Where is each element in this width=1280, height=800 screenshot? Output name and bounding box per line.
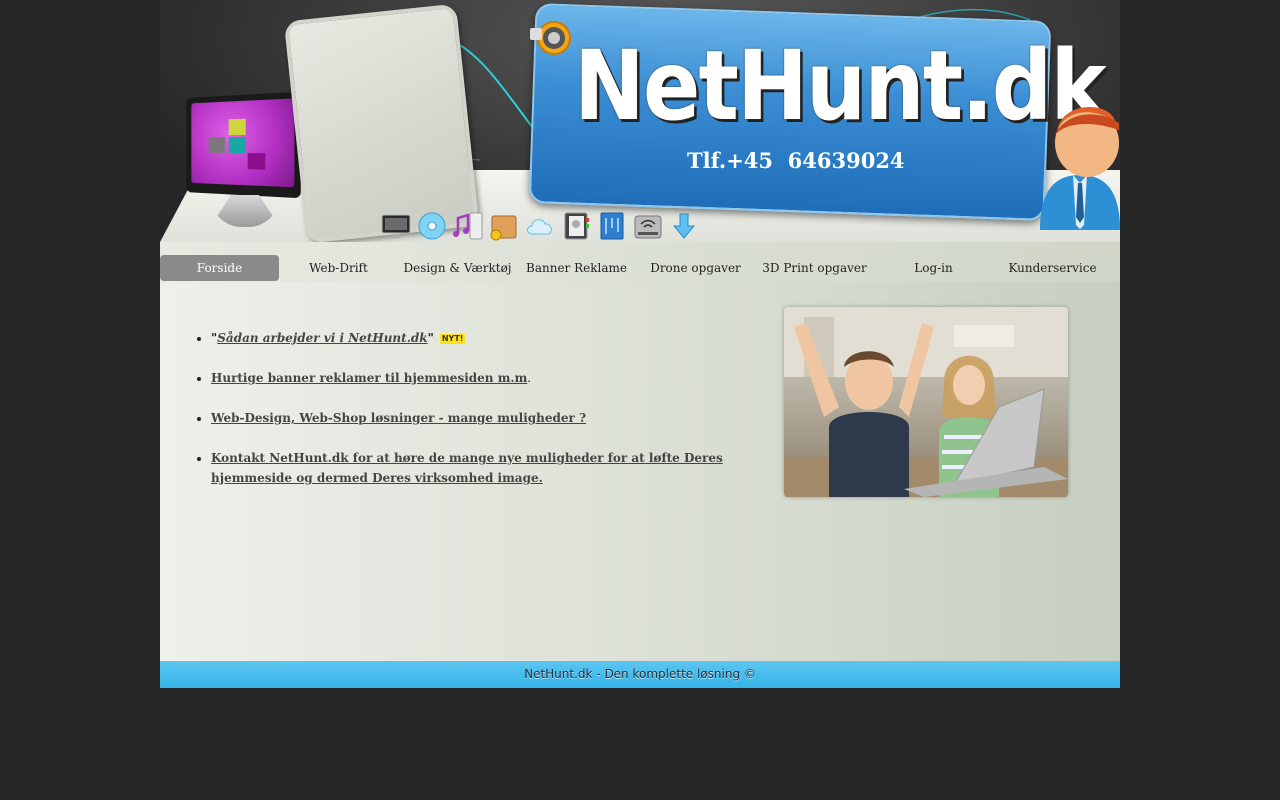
tile-gray — [208, 137, 226, 153]
download-arrow-icon[interactable] — [668, 210, 700, 242]
monitor-stand — [210, 195, 280, 227]
footer-bar: NetHunt.dk - Den komplette løsning © — [160, 661, 1120, 688]
link-web-design[interactable]: Web-Design, Web-Shop løsninger - mange m… — [211, 411, 586, 425]
nav-item-log-in[interactable]: Log-in — [874, 255, 993, 281]
disc-icon[interactable] — [416, 210, 448, 242]
tile-yellow — [228, 118, 246, 136]
site-logo[interactable]: NetHunt.dk — [574, 38, 1107, 134]
nav-item-forside[interactable]: Forside — [160, 255, 279, 281]
list-item: Web-Design, Web-Shop løsninger - mange m… — [211, 408, 751, 428]
page-wrapper: NetHunt.dk Tlf.+45 64639024 Forside Web-… — [160, 0, 1120, 688]
header-banner: NetHunt.dk Tlf.+45 64639024 — [160, 0, 1120, 242]
link-saadan-arbejder-vi[interactable]: Sådan arbejder vi i NetHunt.dk — [217, 331, 427, 345]
address-book-icon[interactable] — [560, 210, 592, 242]
nav-item-banner-reklame[interactable]: Banner Reklame — [517, 255, 636, 281]
new-badge: NYT! — [439, 333, 466, 344]
quote-close: " — [427, 331, 434, 345]
monitor-glass — [191, 98, 295, 188]
blueprint-icon[interactable] — [596, 210, 628, 242]
nav-item-drone-opgaver[interactable]: Drone opgaver — [636, 255, 755, 281]
megaphone-icon — [530, 21, 571, 55]
support-person-icon — [1040, 107, 1120, 230]
news-list: "Sådan arbejder vi i NetHunt.dk"NYT! Hur… — [196, 328, 751, 508]
nav-item-3d-print-opgaver[interactable]: 3D Print opgaver — [755, 255, 874, 281]
link-kontakt[interactable]: Kontakt NetHunt.dk for at høre de mange … — [211, 451, 723, 485]
phone-number: Tlf.+45 64639024 — [687, 148, 905, 173]
header-toolbar — [380, 206, 700, 242]
monitor-screen — [186, 91, 301, 199]
list-item: Kontakt NetHunt.dk for at høre de mange … — [211, 448, 751, 488]
music-icon[interactable] — [452, 210, 484, 242]
list-item: Hurtige banner reklamer til hjemmesiden … — [211, 368, 751, 388]
router-icon[interactable] — [632, 210, 664, 242]
main-content: "Sådan arbejder vi i NetHunt.dk"NYT! Hur… — [160, 282, 1120, 661]
footer-text: NetHunt.dk - Den komplette løsning © — [524, 667, 756, 681]
cloud-icon[interactable] — [524, 210, 556, 242]
period: . — [527, 371, 532, 385]
monitor-icon[interactable] — [380, 210, 412, 242]
monitor-illustration — [180, 91, 301, 230]
nav-item-design-vaerktoej[interactable]: Design & Værktøj — [398, 255, 517, 281]
link-banner-reklamer[interactable]: Hurtige banner reklamer til hjemmesiden … — [211, 371, 527, 385]
list-item: "Sådan arbejder vi i NetHunt.dk"NYT! — [211, 328, 751, 348]
tile-teal — [228, 136, 246, 154]
nav-item-web-drift[interactable]: Web-Drift — [279, 255, 398, 281]
package-icon[interactable] — [488, 210, 520, 242]
tile-purple — [247, 153, 266, 170]
kids-laptop-photo — [784, 307, 1068, 497]
nav-list: Forside Web-Drift Design & Værktøj Banne… — [160, 255, 1112, 281]
nav-item-kunderservice[interactable]: Kunderservice — [993, 255, 1112, 281]
